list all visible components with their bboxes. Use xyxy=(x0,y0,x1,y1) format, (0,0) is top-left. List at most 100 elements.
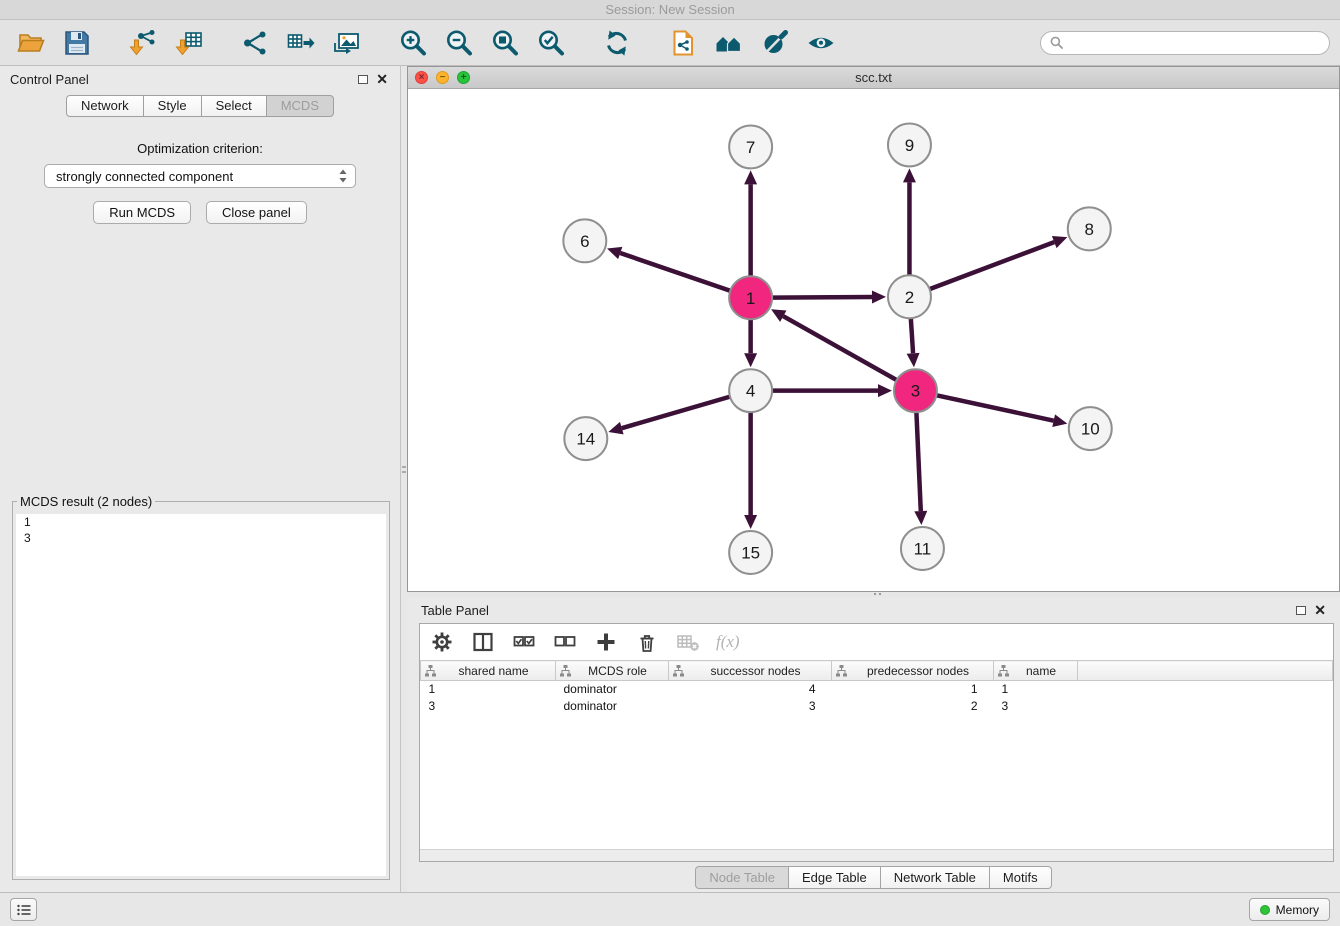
hide-selected-button[interactable] xyxy=(754,24,796,62)
open-session-button[interactable] xyxy=(10,24,52,62)
node-table-header-row: shared nameMCDS rolesuccessor nodesprede… xyxy=(421,661,1333,681)
graph-node-14[interactable]: 14 xyxy=(564,417,607,460)
node-table-row[interactable]: 3dominator323 xyxy=(421,698,1333,715)
zoom-out-button[interactable] xyxy=(438,24,480,62)
graph-node-11[interactable]: 11 xyxy=(901,527,944,570)
graph-node-15[interactable]: 15 xyxy=(729,531,772,574)
zoom-out-icon xyxy=(444,28,474,58)
function-builder-button[interactable]: f(x) xyxy=(716,629,740,655)
import-table-icon xyxy=(174,28,204,58)
edge-3-11[interactable] xyxy=(916,411,920,511)
save-session-button[interactable] xyxy=(56,24,98,62)
memory-button[interactable]: Memory xyxy=(1249,898,1330,921)
network-view[interactable]: 7 9 6 8 1 2 4 3 14 10 15 11 xyxy=(408,89,1339,591)
close-panel-button[interactable]: Close panel xyxy=(206,201,307,224)
graph-node-7[interactable]: 7 xyxy=(729,125,772,168)
run-mcds-button[interactable]: Run MCDS xyxy=(93,201,191,224)
network-window-titlebar: × − + scc.txt xyxy=(408,67,1339,89)
table-settings-button[interactable] xyxy=(429,629,455,655)
close-panel-icon[interactable]: ✕ xyxy=(1314,605,1326,615)
mcds-result-item[interactable]: 1 xyxy=(16,514,386,530)
optimization-criterion-label: Optimization criterion: xyxy=(0,141,400,156)
delete-table-button[interactable] xyxy=(675,629,701,655)
node-label: 3 xyxy=(911,382,920,401)
column-header-successor-nodes[interactable]: successor nodes xyxy=(669,661,832,681)
graph-node-2[interactable]: 2 xyxy=(888,275,931,318)
tab-style[interactable]: Style xyxy=(144,95,202,117)
graph-node-6[interactable]: 6 xyxy=(563,219,606,262)
close-window-button[interactable]: × xyxy=(415,71,428,84)
mcds-result-box: MCDS result (2 nodes) 13 xyxy=(12,494,390,880)
edge-arrowhead xyxy=(607,247,622,259)
close-panel-icon[interactable]: ✕ xyxy=(376,74,388,84)
network-table-export-icon xyxy=(286,28,316,58)
column-type-icon xyxy=(425,665,436,677)
first-neighbors-button[interactable] xyxy=(708,24,750,62)
horizontal-splitter[interactable] xyxy=(407,592,1340,597)
application-window: Session: New Session xyxy=(0,0,1340,926)
column-header-predecessor-nodes[interactable]: predecessor nodes xyxy=(832,661,994,681)
table-panel-content: f(x) shared nameMCDS rolesuccessor nodes… xyxy=(419,623,1334,862)
node-table-row[interactable]: 1dominator411 xyxy=(421,681,1333,698)
edge-2-8[interactable] xyxy=(929,242,1055,289)
show-graphics-details-button[interactable] xyxy=(800,24,842,62)
criterion-selected-value: strongly connected component xyxy=(56,169,233,184)
delete-column-button[interactable] xyxy=(634,629,660,655)
edge-3-1[interactable] xyxy=(783,316,897,380)
mcds-result-item[interactable]: 3 xyxy=(16,530,386,546)
edge-3-10[interactable] xyxy=(935,395,1053,421)
graph-node-9[interactable]: 9 xyxy=(888,123,931,166)
tab-mcds[interactable]: MCDS xyxy=(267,95,334,117)
column-type-icon xyxy=(836,665,847,677)
zoom-fit-button[interactable] xyxy=(484,24,526,62)
unselect-all-button[interactable] xyxy=(552,629,578,655)
create-column-button[interactable] xyxy=(593,629,619,655)
edge-4-14[interactable] xyxy=(622,396,731,428)
edge-arrowhead xyxy=(1052,414,1067,427)
graph-node-1[interactable]: 1 xyxy=(729,276,772,319)
select-all-button[interactable] xyxy=(511,629,537,655)
minimize-window-button[interactable]: − xyxy=(436,71,449,84)
edge-1-2[interactable] xyxy=(771,297,872,298)
node-label: 7 xyxy=(746,138,755,157)
table-toolbar: f(x) xyxy=(420,624,1333,660)
column-header-MCDS-role[interactable]: MCDS role xyxy=(556,661,669,681)
network-canvas[interactable]: 7 9 6 8 1 2 4 3 14 10 15 11 xyxy=(408,89,1339,591)
tab-node-table[interactable]: Node Table xyxy=(695,866,789,889)
refresh-view-button[interactable] xyxy=(596,24,638,62)
annotation-button[interactable] xyxy=(662,24,704,62)
zoom-selected-button[interactable] xyxy=(530,24,572,62)
tab-network-table[interactable]: Network Table xyxy=(881,866,990,889)
edge-1-6[interactable] xyxy=(620,253,731,291)
search-icon xyxy=(1050,36,1063,49)
window-titlebar: Session: New Session xyxy=(0,0,1340,20)
graph-node-4[interactable]: 4 xyxy=(729,369,772,412)
show-panels-button[interactable] xyxy=(10,898,37,921)
column-header-shared-name[interactable]: shared name xyxy=(421,661,556,681)
export-image-button[interactable] xyxy=(326,24,368,62)
zoom-in-button[interactable] xyxy=(392,24,434,62)
import-network-button[interactable] xyxy=(122,24,164,62)
graph-node-8[interactable]: 8 xyxy=(1068,207,1111,250)
export-network-button[interactable] xyxy=(234,24,276,62)
show-column-panel-button[interactable] xyxy=(470,629,496,655)
edge-2-3[interactable] xyxy=(911,317,913,353)
export-table-button[interactable] xyxy=(280,24,322,62)
graph-node-3[interactable]: 3 xyxy=(894,369,937,412)
tab-select[interactable]: Select xyxy=(202,95,267,117)
float-panel-icon[interactable] xyxy=(358,75,368,84)
maximize-window-button[interactable]: + xyxy=(457,71,470,84)
graph-node-10[interactable]: 10 xyxy=(1069,407,1112,450)
network-share-icon xyxy=(240,28,270,58)
vertical-splitter[interactable] xyxy=(400,66,407,892)
tab-motifs[interactable]: Motifs xyxy=(990,866,1052,889)
column-header-name[interactable]: name xyxy=(994,661,1078,681)
column-type-icon xyxy=(673,665,684,677)
import-table-button[interactable] xyxy=(168,24,210,62)
tab-network[interactable]: Network xyxy=(66,95,144,117)
criterion-select[interactable]: strongly connected component xyxy=(44,164,356,188)
horizontal-scrollbar[interactable] xyxy=(420,849,1333,861)
float-panel-icon[interactable] xyxy=(1296,606,1306,615)
tab-edge-table[interactable]: Edge Table xyxy=(789,866,881,889)
search-input[interactable] xyxy=(1069,35,1320,50)
